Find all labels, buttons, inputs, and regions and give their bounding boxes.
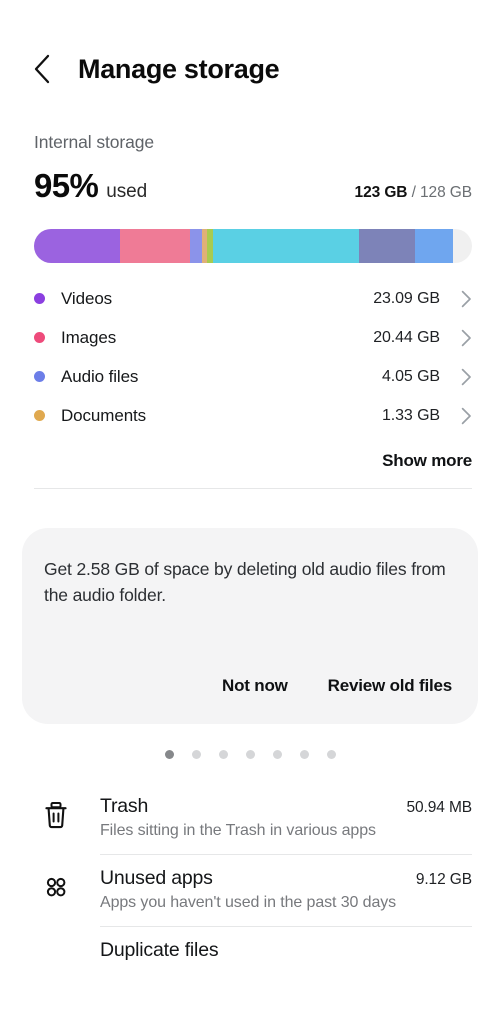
list-item-size: 9.12 GB <box>415 871 472 888</box>
storage-bar-segment <box>34 229 120 263</box>
duplicate-files-icon <box>34 927 78 943</box>
chevron-left-icon <box>32 53 52 85</box>
list-item-body: Trash 50.94 MB Files sitting in the Tras… <box>78 783 500 855</box>
review-old-files-button[interactable]: Review old files <box>328 676 453 696</box>
storage-summary: Internal storage 95% used 123 GB / 128 G… <box>0 92 500 489</box>
legend-color-dot <box>34 293 45 304</box>
storage-usage-row: 95% used 123 GB / 128 GB <box>34 167 472 205</box>
storage-usage-bar <box>34 229 472 263</box>
list-item-subtitle: Apps you haven't used in the past 30 day… <box>100 894 397 911</box>
chevron-right-icon[interactable] <box>450 368 472 386</box>
percent-used-group: 95% used <box>34 167 147 205</box>
suggestion-pagination <box>0 750 500 759</box>
pagination-dot[interactable] <box>245 750 255 759</box>
list-item[interactable]: Unused apps 9.12 GB Apps you haven't use… <box>34 855 500 927</box>
storage-totals: 123 GB / 128 GB <box>354 184 473 202</box>
storage-total-separator: / <box>411 184 416 201</box>
summary-divider <box>34 488 472 489</box>
internal-storage-label: Internal storage <box>34 132 155 152</box>
suggestion-text: Get 2.58 GB of space by deleting old aud… <box>44 559 446 605</box>
storage-bar-segment <box>213 229 359 263</box>
legend-row[interactable]: Images 20.44 GB <box>34 318 472 357</box>
header: Manage storage <box>0 0 500 92</box>
manage-storage-screen: Manage storage Internal storage 95% used… <box>0 0 500 1024</box>
show-more-button[interactable]: Show more <box>382 451 472 471</box>
storage-bar-segment <box>415 229 453 263</box>
pagination-dot[interactable] <box>191 750 201 759</box>
legend-size: 20.44 GB <box>373 328 440 346</box>
list-item-title: Duplicate files <box>100 939 219 961</box>
list-item[interactable]: Duplicate files <box>34 927 500 976</box>
legend-label: Audio files <box>61 366 139 386</box>
back-button[interactable] <box>32 51 62 87</box>
list-item-title: Unused apps <box>100 867 213 889</box>
legend-size: 4.05 GB <box>381 367 440 385</box>
legend-label: Images <box>61 327 117 347</box>
storage-bar-segment <box>189 229 203 263</box>
storage-bar-segment <box>119 229 190 263</box>
legend-color-dot <box>34 410 45 421</box>
chevron-right-icon[interactable] <box>450 329 472 347</box>
list-item[interactable]: Trash 50.94 MB Files sitting in the Tras… <box>34 783 500 855</box>
pagination-dot[interactable] <box>164 750 174 759</box>
percent-used-word: used <box>106 181 148 202</box>
chevron-right-icon[interactable] <box>450 290 472 308</box>
legend-size: 23.09 GB <box>373 289 440 307</box>
legend-color-dot <box>34 371 45 382</box>
list-item-body: Unused apps 9.12 GB Apps you haven't use… <box>78 855 500 927</box>
suggestion-card: Get 2.58 GB of space by deleting old aud… <box>22 528 478 724</box>
legend-label: Documents <box>61 405 147 425</box>
percent-used-value: 95% <box>34 167 99 204</box>
pagination-dot[interactable] <box>299 750 309 759</box>
not-now-button[interactable]: Not now <box>222 676 288 696</box>
list-item-subtitle: Files sitting in the Trash in various ap… <box>100 822 376 839</box>
page-title: Manage storage <box>78 53 280 84</box>
storage-tools-list: Trash 50.94 MB Files sitting in the Tras… <box>0 783 500 976</box>
list-item-title: Trash <box>100 795 149 817</box>
suggestion-actions: Not now Review old files <box>44 676 456 702</box>
pagination-dot[interactable] <box>218 750 228 759</box>
pagination-dot[interactable] <box>326 750 336 759</box>
legend-label: Videos <box>61 288 113 308</box>
legend-size: 1.33 GB <box>381 406 440 424</box>
list-item-size: 50.94 MB <box>406 799 472 816</box>
show-more-row: Show more <box>34 435 472 488</box>
storage-total-amount: 128 GB <box>420 184 472 201</box>
pagination-dot[interactable] <box>272 750 282 759</box>
apps-grid-icon <box>34 855 78 903</box>
storage-used-amount: 123 GB <box>354 184 408 201</box>
storage-category-legend: Videos 23.09 GB Images 20.44 GB Audio files 4… <box>34 279 472 435</box>
legend-row[interactable]: Videos 23.09 GB <box>34 279 472 318</box>
storage-bar-segment <box>358 229 416 263</box>
legend-row[interactable]: Audio files 4.05 GB <box>34 357 472 396</box>
chevron-right-icon[interactable] <box>450 407 472 425</box>
legend-row[interactable]: Documents 1.33 GB <box>34 396 472 435</box>
trash-icon <box>34 783 78 831</box>
list-item-body: Duplicate files <box>78 927 500 976</box>
legend-color-dot <box>34 332 45 343</box>
